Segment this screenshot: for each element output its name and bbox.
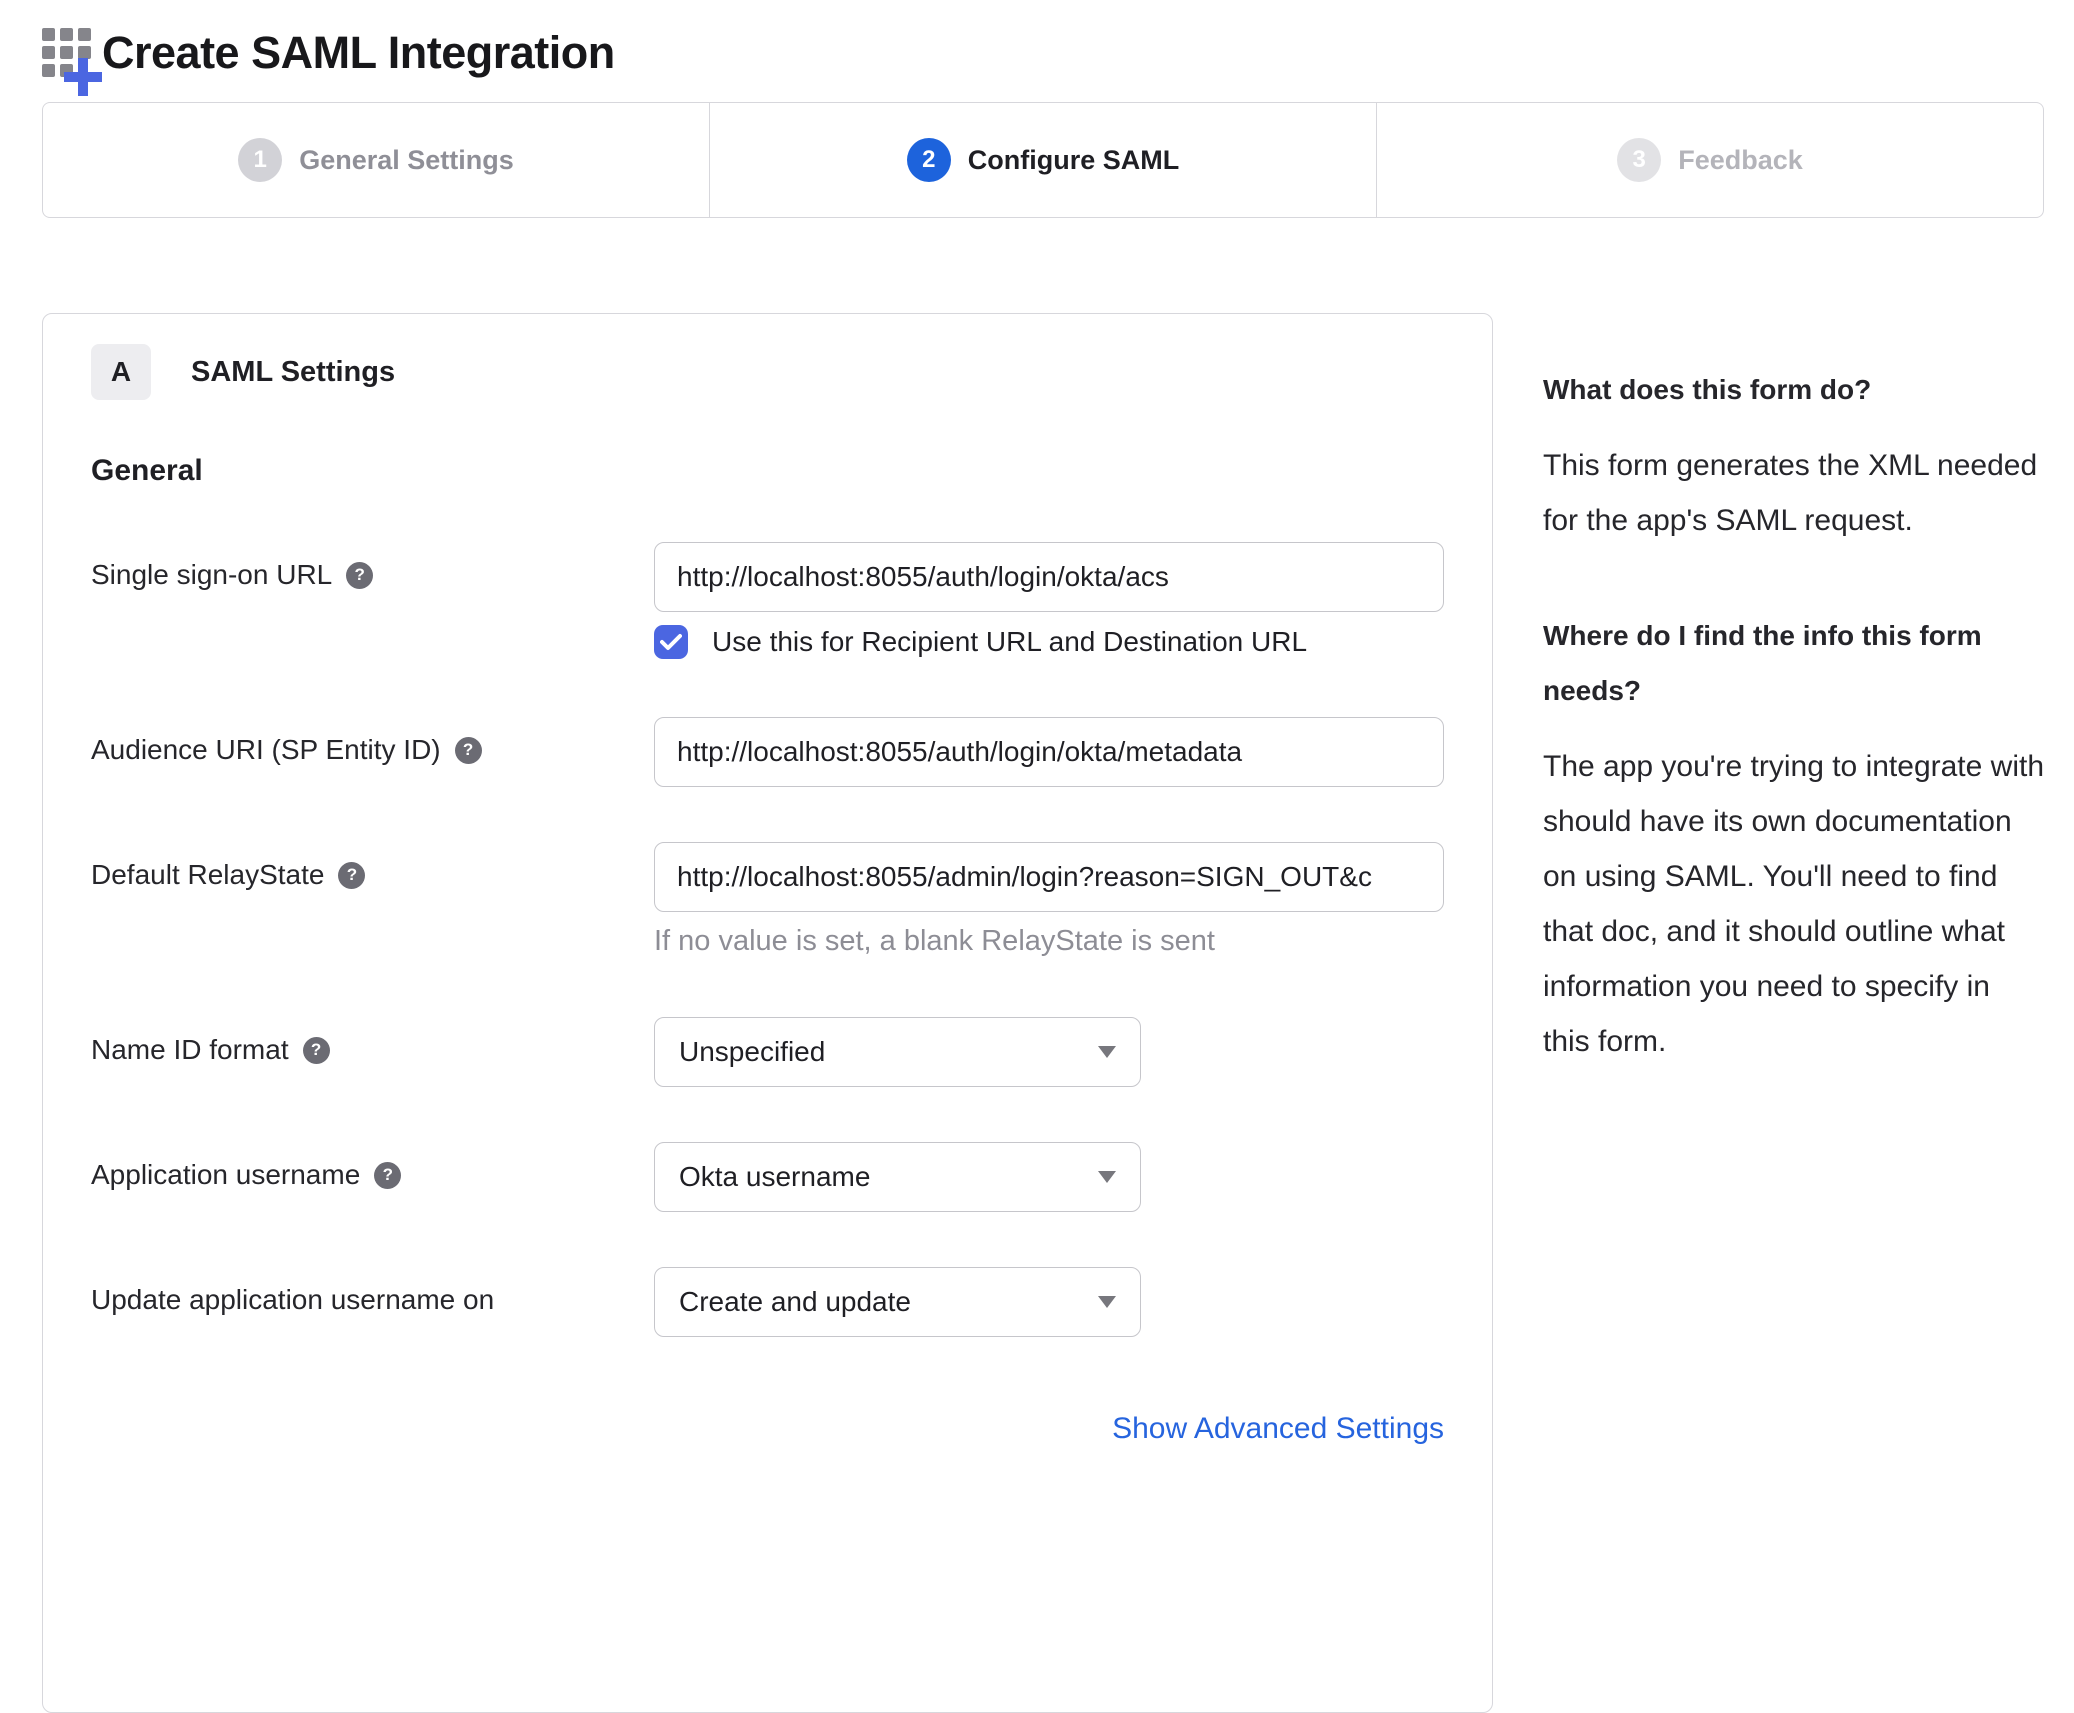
section-header: A SAML Settings [91, 344, 1492, 400]
sso-url-label: Single sign-on URL [91, 559, 333, 590]
help-panel: What does this form do? This form genera… [1543, 313, 2044, 1069]
general-group-title: General [91, 454, 203, 487]
application-username-select[interactable]: Okta username [654, 1142, 1141, 1212]
default-relaystate-label: Default RelayState [91, 859, 325, 890]
name-id-format-row: Name ID format? Unspecified [91, 1017, 1492, 1087]
plus-icon [64, 58, 102, 96]
section-title: SAML Settings [191, 355, 396, 388]
sso-url-help-icon[interactable]: ? [346, 561, 374, 589]
step-general-settings[interactable]: 1 General Settings [43, 103, 710, 217]
step-2-number-badge: 2 [906, 138, 951, 182]
application-username-row: Application username? Okta username [91, 1142, 1492, 1212]
name-id-format-label: Name ID format [91, 1034, 289, 1065]
step-1-label: General Settings [299, 144, 514, 175]
step-3-number-badge: 3 [1617, 138, 1662, 182]
section-a-badge: A [91, 344, 151, 400]
help-body-what: This form generates the XML needed for t… [1543, 449, 2038, 537]
page-title: Create SAML Integration [102, 27, 615, 78]
step-configure-saml[interactable]: 2 Configure SAML [710, 103, 1377, 217]
update-app-username-value: Create and update [679, 1286, 911, 1317]
saml-settings-card: A SAML Settings General Single sign-on U… [42, 313, 1493, 1713]
name-id-format-value: Unspecified [679, 1036, 826, 1067]
step-2-label: Configure SAML [967, 144, 1180, 175]
update-app-username-row: Update application username on Create an… [91, 1267, 1492, 1337]
audience-uri-input[interactable] [654, 717, 1444, 787]
step-3-label: Feedback [1678, 144, 1803, 175]
help-heading-where: Where do I find the info this form needs… [1543, 620, 1982, 706]
show-advanced-settings-link[interactable]: Show Advanced Settings [1112, 1412, 1444, 1445]
sso-url-input[interactable] [654, 542, 1444, 612]
default-relaystate-help-icon[interactable]: ? [338, 861, 366, 889]
create-saml-integration-page: Create SAML Integration 1 General Settin… [0, 0, 2074, 1713]
recipient-url-checkbox-row: Use this for Recipient URL and Destinati… [654, 625, 1492, 659]
step-feedback[interactable]: 3 Feedback [1377, 103, 2043, 217]
application-username-value: Okta username [679, 1161, 871, 1192]
application-username-help-icon[interactable]: ? [374, 1161, 402, 1189]
audience-uri-row: Audience URI (SP Entity ID)? [91, 717, 1492, 787]
help-heading-what: What does this form do? [1543, 374, 1872, 405]
recipient-url-checkbox-label[interactable]: Use this for Recipient URL and Destinati… [712, 626, 1307, 658]
checkmark-icon [660, 634, 682, 650]
page-header: Create SAML Integration [42, 0, 2044, 102]
name-id-format-help-icon[interactable]: ? [302, 1036, 330, 1064]
relaystate-hint-text: If no value is set, a blank RelayState i… [654, 925, 1215, 957]
recipient-url-checkbox[interactable] [654, 625, 688, 659]
step-1-number-badge: 1 [238, 138, 283, 182]
audience-uri-help-icon[interactable]: ? [454, 736, 482, 764]
update-app-username-select[interactable]: Create and update [654, 1267, 1141, 1337]
app-grid-plus-icon [42, 28, 102, 96]
default-relaystate-row: Default RelayState? [91, 842, 1492, 912]
help-body-where: The app you're trying to integrate with … [1543, 750, 2045, 1058]
chevron-down-icon [1098, 1171, 1116, 1183]
name-id-format-select[interactable]: Unspecified [654, 1017, 1141, 1087]
wizard-stepper: 1 General Settings 2 Configure SAML 3 Fe… [42, 102, 2044, 218]
update-app-username-label: Update application username on [91, 1284, 495, 1315]
chevron-down-icon [1098, 1046, 1116, 1058]
chevron-down-icon [1098, 1296, 1116, 1308]
default-relaystate-input[interactable] [654, 842, 1444, 912]
application-username-label: Application username [91, 1159, 361, 1190]
audience-uri-label: Audience URI (SP Entity ID) [91, 734, 441, 765]
sso-url-row: Single sign-on URL? [91, 542, 1492, 612]
